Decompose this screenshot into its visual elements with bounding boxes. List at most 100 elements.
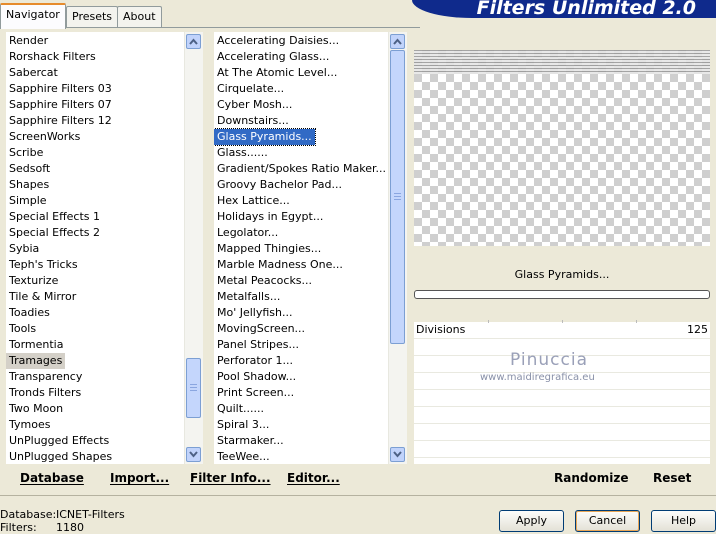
progress-bar [414, 290, 710, 299]
list-item[interactable]: Glass Pyramids... [214, 128, 316, 146]
list-item[interactable]: At The Atomic Level... [214, 65, 340, 81]
list-item[interactable]: Tools [6, 321, 39, 337]
watermark-url: www.maidiregrafica.eu [480, 372, 595, 383]
tab-about[interactable]: About [117, 6, 162, 27]
list-item[interactable]: Render [6, 33, 51, 49]
tab-navigator[interactable]: Navigator [0, 3, 66, 29]
scroll-thumb[interactable] [186, 358, 201, 418]
list-item[interactable]: Quilt...... [214, 401, 267, 417]
list-item[interactable]: Special Effects 2 [6, 225, 103, 241]
list-item[interactable]: Mo' Jellyfish... [214, 305, 296, 321]
category-scrollbar[interactable] [184, 32, 203, 464]
list-item[interactable]: Special Effects 1 [6, 209, 103, 225]
list-item[interactable]: UnPlugged Shapes [6, 449, 115, 464]
parameter-value: 125 [687, 323, 708, 336]
list-item[interactable]: Legolator... [214, 225, 281, 241]
list-item[interactable]: Tramages [6, 353, 66, 369]
list-item[interactable]: Gradient/Spokes Ratio Maker... [214, 161, 388, 177]
parameter-row-empty [414, 441, 710, 458]
list-item[interactable]: Downstairs... [214, 113, 292, 129]
scroll-down-button[interactable] [186, 447, 201, 462]
app-title: Filters Unlimited 2.0 [476, 0, 696, 18]
list-item[interactable]: Scribe [6, 145, 46, 161]
list-item[interactable]: Holidays in Egypt... [214, 209, 326, 225]
list-item[interactable]: Spiral 3... [214, 417, 272, 433]
chevron-up-icon [189, 38, 198, 45]
list-item[interactable]: Sapphire Filters 03 [6, 81, 115, 97]
list-item[interactable]: Accelerating Glass... [214, 49, 332, 65]
chevron-down-icon [189, 451, 198, 458]
help-button[interactable]: Help [651, 510, 716, 532]
list-item[interactable]: Metalfalls... [214, 289, 283, 305]
category-list[interactable]: Render Rorshack Filters Sabercat Sapphire F… [6, 32, 184, 464]
list-item[interactable]: Cirquelate... [214, 81, 287, 97]
parameter-row-empty [414, 407, 710, 424]
scroll-up-button[interactable] [186, 34, 201, 49]
list-item[interactable]: Accelerating Daisies... [214, 33, 342, 49]
list-item[interactable]: Sapphire Filters 07 [6, 97, 115, 113]
tab-presets[interactable]: Presets [66, 6, 119, 27]
list-item[interactable]: ScreenWorks [6, 129, 83, 145]
chevron-down-icon [393, 451, 402, 458]
filter-scrollbar[interactable] [388, 32, 407, 464]
list-item[interactable]: Tronds Filters [6, 385, 84, 401]
parameter-label: Divisions [416, 323, 466, 336]
list-item[interactable]: Sedsoft [6, 161, 53, 177]
list-item[interactable]: Hex Lattice... [214, 193, 293, 209]
filter-info-button[interactable]: Filter Info... [190, 471, 271, 485]
watermark-name: Pinuccia [510, 350, 588, 370]
list-item[interactable]: Toadies [6, 305, 53, 321]
randomize-button[interactable]: Randomize [554, 471, 628, 485]
list-item[interactable]: Shapes [6, 177, 52, 193]
database-button[interactable]: Database [20, 471, 84, 485]
database-value: ICNET-Filters [56, 508, 125, 521]
status-separator [0, 495, 716, 496]
parameters-panel: Divisions 125 [414, 320, 710, 464]
reset-button[interactable]: Reset [653, 471, 691, 485]
list-item[interactable]: Panel Stripes... [214, 337, 302, 353]
scroll-up-button[interactable] [390, 34, 405, 49]
parameter-row[interactable]: Divisions 125 [414, 320, 710, 339]
list-item[interactable]: Mapped Thingies... [214, 241, 324, 257]
filters-count: 1180 [56, 521, 84, 534]
filter-list[interactable]: Accelerating Daisies... Accelerating Glas… [214, 32, 388, 464]
scroll-thumb[interactable] [390, 50, 405, 344]
tab-strip: Navigator Presets About [0, 0, 420, 29]
filter-preview [414, 50, 710, 246]
list-item[interactable]: Transparency [6, 369, 85, 385]
apply-button[interactable]: Apply [499, 510, 564, 532]
current-filter-name: Glass Pyramids... [514, 268, 610, 281]
import-button[interactable]: Import... [110, 471, 169, 485]
list-item[interactable]: Cyber Mosh... [214, 97, 295, 113]
scroll-down-button[interactable] [390, 447, 405, 462]
list-item[interactable]: Groovy Bachelor Pad... [214, 177, 345, 193]
cancel-button[interactable]: Cancel [575, 510, 640, 532]
chevron-up-icon [393, 38, 402, 45]
list-item[interactable]: Simple [6, 193, 50, 209]
database-label: Database: [0, 508, 57, 521]
list-item[interactable]: Rorshack Filters [6, 49, 99, 65]
list-item[interactable]: Two Moon [6, 401, 66, 417]
list-item[interactable]: Perforator 1... [214, 353, 296, 369]
list-item[interactable]: MovingScreen... [214, 321, 308, 337]
list-item[interactable]: Print Screen... [214, 385, 297, 401]
list-item[interactable]: Glass...... [214, 145, 271, 161]
list-item[interactable]: Marble Madness One... [214, 257, 346, 273]
list-item[interactable]: Tormentia [6, 337, 66, 353]
list-item[interactable]: Starmaker... [214, 433, 287, 449]
list-item[interactable]: Teph's Tricks [6, 257, 81, 273]
list-item[interactable]: Pool Shadow... [214, 369, 299, 385]
list-item[interactable]: Sabercat [6, 65, 61, 81]
list-item[interactable]: UnPlugged Effects [6, 433, 112, 449]
list-item[interactable]: Tymoes [6, 417, 53, 433]
list-item[interactable]: Metal Peacocks... [214, 273, 315, 289]
parameter-row-empty [414, 424, 710, 441]
editor-button[interactable]: Editor... [287, 471, 340, 485]
list-item[interactable]: TeeWee... [214, 449, 273, 464]
list-item[interactable]: Sapphire Filters 12 [6, 113, 115, 129]
filters-label: Filters: [0, 521, 37, 534]
list-item[interactable]: Tile & Mirror [6, 289, 79, 305]
title-banner: Filters Unlimited 2.0 [412, 0, 716, 18]
list-item[interactable]: Texturize [6, 273, 61, 289]
list-item[interactable]: Sybia [6, 241, 42, 257]
